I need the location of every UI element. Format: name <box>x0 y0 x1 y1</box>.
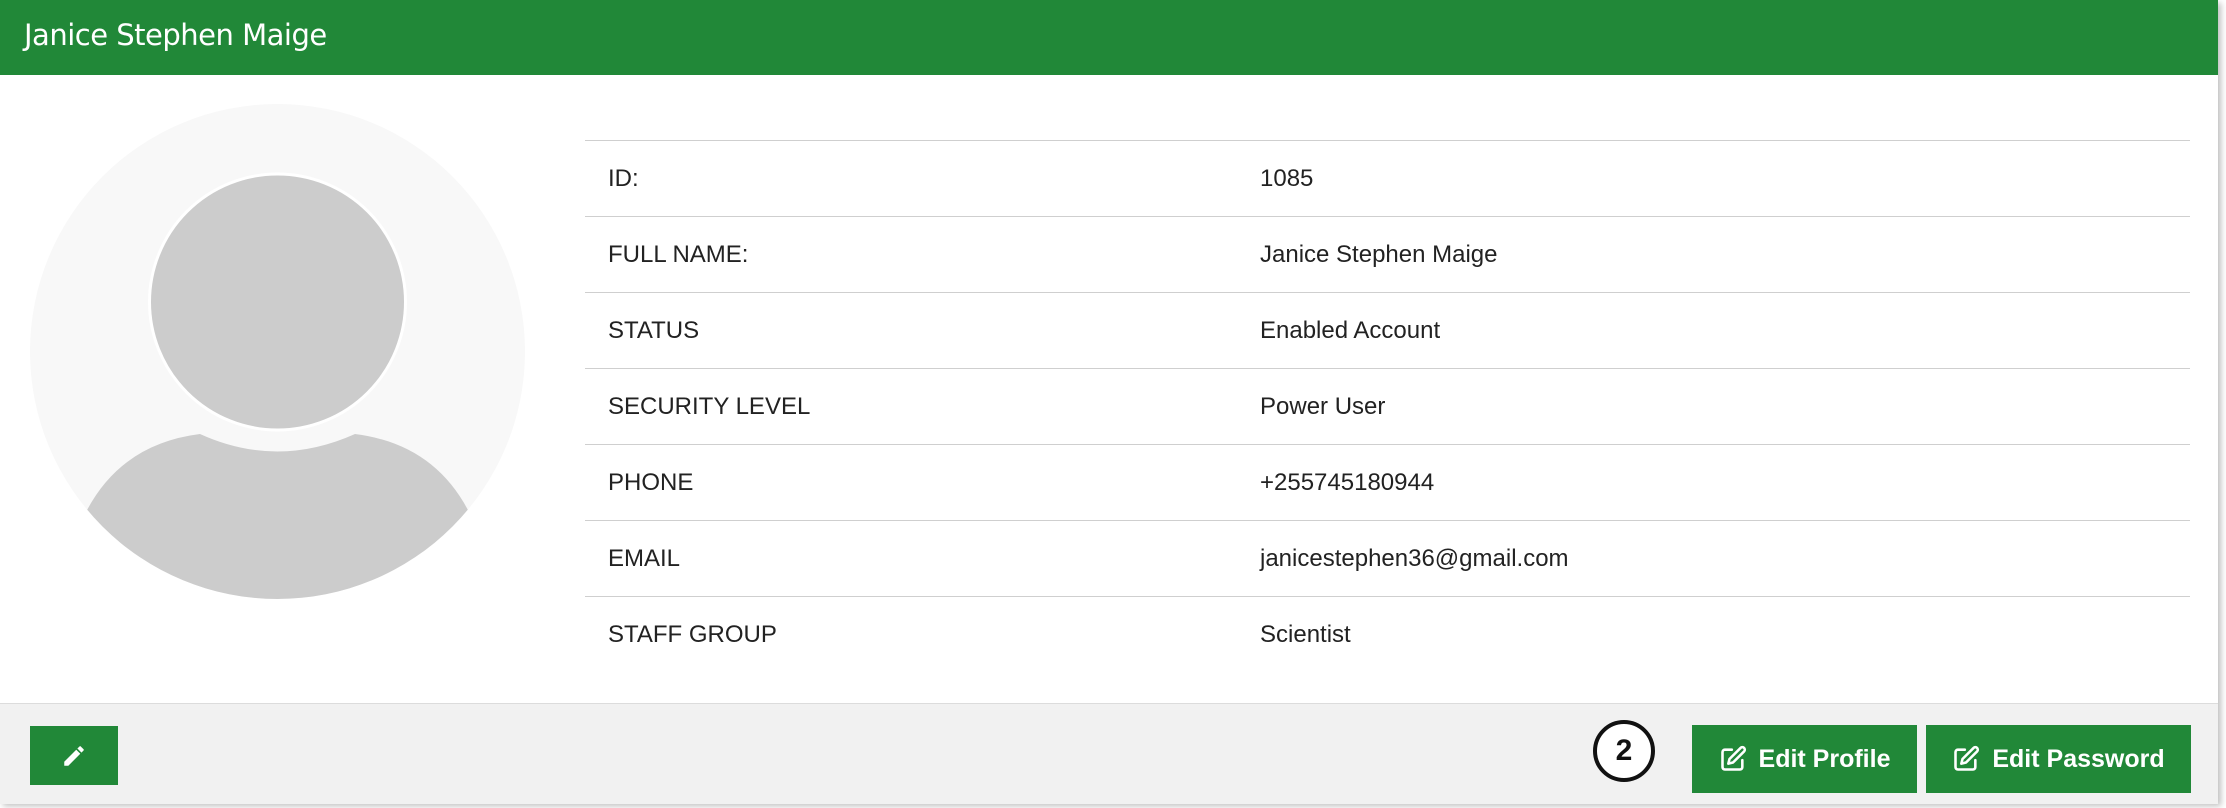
profile-header: Janice Stephen Maige <box>0 0 2218 75</box>
table-row-id: ID: 1085 <box>585 141 2190 217</box>
row-value: +255745180944 <box>1260 469 1435 496</box>
user-profile-panel: Janice Stephen Maige ID: 1085 FULL NAME:… <box>0 0 2218 804</box>
edit-profile-button[interactable]: Edit Profile <box>1692 725 1917 793</box>
step-number-badge: 2 <box>1593 720 1655 782</box>
row-value: Scientist <box>1260 621 1351 648</box>
profile-info-table: ID: 1085 FULL NAME: Janice Stephen Maige… <box>585 140 2190 672</box>
row-label: ID: <box>608 165 639 192</box>
row-value: Enabled Account <box>1260 317 1441 344</box>
avatar <box>30 104 525 599</box>
row-value: Janice Stephen Maige <box>1260 241 1498 268</box>
table-row-phone: PHONE +255745180944 <box>585 445 2190 521</box>
table-row-status: STATUS Enabled Account <box>585 293 2190 369</box>
table-row-security-level: SECURITY LEVEL Power User <box>585 369 2190 445</box>
pencil-icon <box>64 746 84 766</box>
edit-square-icon <box>1720 745 1746 771</box>
table-row-email: EMAIL janicestephen36@gmail.com <box>585 521 2190 597</box>
row-label: PHONE <box>608 469 694 496</box>
row-label: FULL NAME: <box>608 241 749 268</box>
row-value: 1085 <box>1260 165 1314 192</box>
row-label: SECURITY LEVEL <box>608 393 811 420</box>
edit-square-icon <box>1954 745 1980 771</box>
row-value: Power User <box>1260 393 1386 420</box>
page-title: Janice Stephen Maige <box>24 18 327 52</box>
edit-profile-label: Edit Profile <box>1758 744 1891 773</box>
edit-button[interactable] <box>30 726 118 785</box>
row-value: janicestephen36@gmail.com <box>1260 545 1569 572</box>
user-placeholder-icon <box>85 172 470 599</box>
row-label: STATUS <box>608 317 700 344</box>
profile-footer: 2 Edit Profile Edit Password <box>0 703 2218 804</box>
edit-password-button[interactable]: Edit Password <box>1926 725 2191 793</box>
edit-password-label: Edit Password <box>1992 744 2165 773</box>
table-row-full-name: FULL NAME: Janice Stephen Maige <box>585 217 2190 293</box>
row-label: EMAIL <box>608 545 681 572</box>
row-label: STAFF GROUP <box>608 621 777 648</box>
table-row-staff-group: STAFF GROUP Scientist <box>585 597 2190 672</box>
